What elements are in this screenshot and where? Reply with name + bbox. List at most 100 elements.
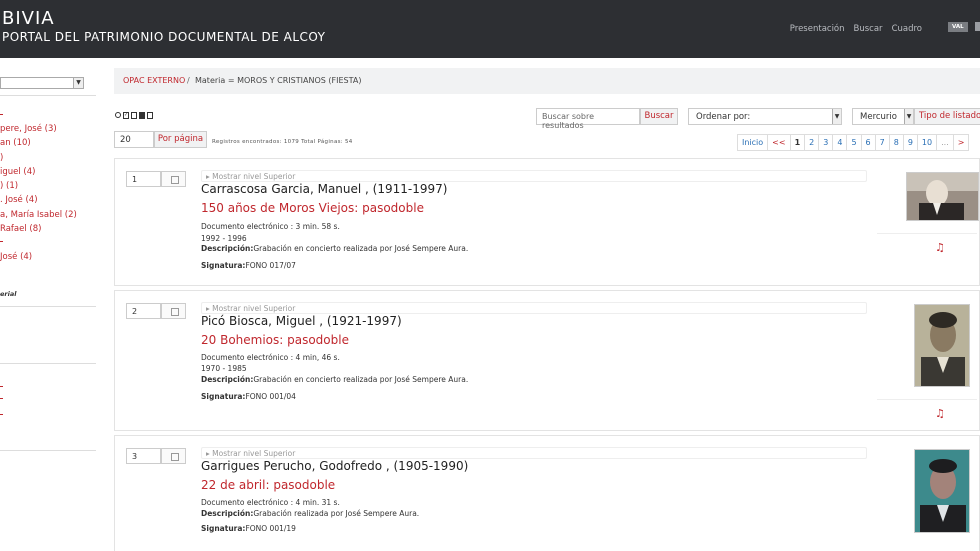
page-number[interactable]: 5 [846, 134, 862, 151]
result-number[interactable]: 2 [126, 303, 161, 319]
result-description: Descripción:Grabación realizada por José… [201, 509, 419, 518]
facet-item[interactable]: a, María Isabel (2) [0, 210, 77, 220]
result-description: Descripción:Grabación en concierto reali… [201, 244, 468, 253]
per-page-input[interactable]: 20 [114, 131, 154, 148]
print-icon[interactable] [139, 112, 145, 119]
author-photo[interactable] [906, 172, 979, 221]
result-signature: Signatura:FONO 017/07 [201, 261, 296, 270]
search-icon[interactable] [115, 112, 121, 118]
result-select-checkbox[interactable] [161, 171, 186, 187]
result-dates: 1970 - 1985 [201, 364, 247, 373]
page-number[interactable]: 7 [874, 134, 890, 151]
facet-item[interactable]: José (4) [0, 252, 32, 262]
facet-marker [0, 114, 3, 115]
language-next-button[interactable] [975, 22, 980, 31]
facet-select[interactable]: ▼ [0, 77, 84, 89]
parent-level-bar: ▸ Mostrar nivel Superior [201, 170, 867, 182]
language-val-button[interactable]: VAL [948, 22, 968, 32]
nav-cuadro[interactable]: Cuadro [892, 24, 922, 34]
breadcrumb-opac-link[interactable]: OPAC EXTERNO [123, 76, 185, 85]
result-tools: ✓ [115, 112, 153, 119]
page-number[interactable]: 9 [902, 134, 918, 151]
sidebar-divider [0, 95, 96, 96]
result-select-checkbox[interactable] [161, 448, 186, 464]
description-text: Grabación realizada por José Sempere Aur… [253, 509, 420, 518]
parent-level-bar: ▸ Mostrar nivel Superior [201, 447, 867, 459]
sidebar-divider [0, 306, 96, 307]
author-photo[interactable] [914, 449, 970, 533]
result-title[interactable]: 150 años de Moros Viejos: pasodoble [201, 201, 424, 215]
facet-item[interactable]: pere, José (3) [0, 124, 57, 134]
result-select-checkbox[interactable] [161, 303, 186, 319]
facet-item[interactable]: . José (4) [0, 195, 38, 205]
page-number[interactable]: 10 [916, 134, 938, 151]
facet-sidebar: ▼ pere, José (3) an (10) ) iguel (4) ) (… [0, 58, 98, 551]
page-number[interactable]: 8 [888, 134, 904, 151]
show-parent-link[interactable]: ▸ Mostrar nivel Superior [206, 304, 295, 313]
page-number[interactable]: 4 [832, 134, 848, 151]
result-card: 2 ▸ Mostrar nivel Superior Picó Biosca, … [114, 290, 980, 431]
result-author[interactable]: Picó Biosca, Miguel , (1921-1997) [201, 314, 402, 328]
display-style-select[interactable]: Mercurio ▼ [852, 108, 914, 125]
page-next[interactable]: > [952, 134, 970, 151]
check-all-icon[interactable]: ✓ [123, 112, 129, 119]
show-parent-link[interactable]: ▸ Mostrar nivel Superior [206, 449, 295, 458]
music-note-icon[interactable]: ♫ [935, 407, 945, 420]
signature-text: FONO 017/07 [245, 261, 296, 270]
list-type-button[interactable]: Tipo de listado [914, 108, 980, 125]
result-author[interactable]: Garrigues Perucho, Godofredo , (1905-199… [201, 459, 468, 473]
nav-presentacion[interactable]: Presentación [790, 24, 845, 34]
music-note-icon[interactable]: ♫ [935, 241, 945, 254]
page-prev[interactable]: << [767, 134, 791, 151]
signature-label: Signatura: [201, 261, 246, 270]
result-number[interactable]: 1 [126, 171, 161, 187]
search-button[interactable]: Buscar [640, 108, 678, 125]
result-dates: 1992 - 1996 [201, 234, 247, 243]
result-title[interactable]: 22 de abril: pasodoble [201, 478, 335, 492]
facet-item[interactable]: iguel (4) [0, 167, 35, 177]
chevron-down-icon: ▼ [832, 109, 841, 124]
site-title[interactable]: BIVIA [2, 8, 55, 29]
result-signature: Signatura:FONO 001/04 [201, 392, 296, 401]
uncheck-all-icon[interactable] [131, 112, 137, 119]
order-by-label: Ordenar por: [696, 112, 751, 122]
facet-marker [0, 398, 3, 399]
sidebar-divider [0, 450, 96, 451]
records-count: Registros encontrados: 1079 Total Página… [212, 139, 353, 145]
facet-item[interactable]: Rafael (8) [0, 224, 41, 234]
page-number[interactable]: 2 [804, 134, 820, 151]
result-format: Documento electrónico : 4 min. 31 s. [201, 498, 340, 507]
author-photo[interactable] [914, 304, 970, 387]
result-signature: Signatura:FONO 001/19 [201, 524, 296, 533]
export-icon[interactable] [147, 112, 153, 119]
page-number[interactable]: 1 [789, 134, 806, 151]
result-number[interactable]: 3 [126, 448, 161, 464]
signature-label: Signatura: [201, 524, 246, 533]
facet-item[interactable]: ) [0, 153, 3, 163]
search-within-input[interactable]: Buscar sobre resultados [536, 108, 640, 130]
signature-text: FONO 001/04 [245, 392, 296, 401]
show-parent-link[interactable]: ▸ Mostrar nivel Superior [206, 172, 295, 181]
result-title[interactable]: 20 Bohemios: pasodoble [201, 333, 349, 347]
show-parent-label: Mostrar nivel Superior [212, 449, 296, 458]
facet-heading: erial [0, 290, 17, 298]
nav-buscar[interactable]: Buscar [854, 24, 883, 34]
result-format: Documento electrónico : 4 min, 46 s. [201, 353, 340, 362]
media-divider [877, 233, 977, 234]
page-first[interactable]: Inicio [737, 134, 769, 151]
per-page-button[interactable]: Por página [154, 131, 207, 148]
site-header: BIVIA PORTAL DEL PATRIMONIO DOCUMENTAL D… [0, 0, 980, 58]
page-number[interactable]: 6 [860, 134, 876, 151]
page-ellipsis[interactable]: ... [936, 134, 954, 151]
facet-item[interactable]: ) (1) [0, 181, 18, 191]
result-author[interactable]: Carrascosa Garcia, Manuel , (1911-1997) [201, 182, 447, 196]
breadcrumb-current: Materia = MOROS Y CRISTIANOS (FIESTA) [195, 76, 362, 85]
parent-level-bar: ▸ Mostrar nivel Superior [201, 302, 867, 314]
page-number[interactable]: 3 [818, 134, 834, 151]
sidebar-divider [0, 363, 96, 364]
description-text: Grabación en concierto realizada por Jos… [253, 244, 469, 253]
result-media: ♫ [877, 291, 980, 430]
facet-item[interactable]: an (10) [0, 138, 31, 148]
result-media: ♫ [877, 159, 980, 285]
order-by-select[interactable]: Ordenar por: ▼ [688, 108, 842, 125]
